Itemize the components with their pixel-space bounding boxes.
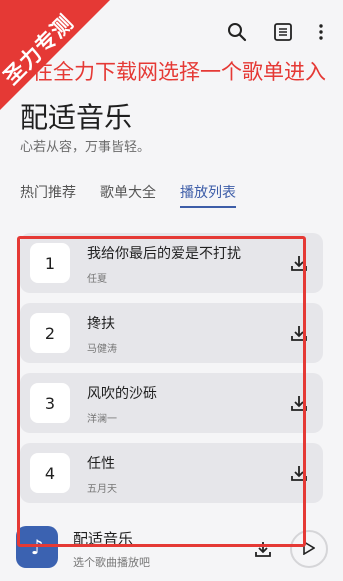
song-title: 我给你最后的爱是不打扰	[87, 246, 241, 262]
list-item[interactable]: 2 搀扶 马健涛	[20, 303, 323, 363]
track-number: 1	[30, 243, 70, 283]
list-item[interactable]: 3 风吹的沙砾 洋澜一	[20, 373, 323, 433]
music-note-icon: ♪	[30, 535, 44, 559]
play-button[interactable]	[290, 530, 328, 568]
track-number: 2	[30, 313, 70, 353]
song-artist: 任夏	[87, 274, 107, 285]
tab-bar: 热门推荐 歌单大全 播放列表	[20, 182, 260, 212]
download-icon[interactable]	[253, 539, 273, 559]
track-number: 4	[30, 453, 70, 493]
download-icon[interactable]	[289, 463, 309, 483]
download-icon[interactable]	[289, 393, 309, 413]
song-artist: 洋澜一	[87, 414, 117, 425]
play-icon	[303, 540, 316, 559]
song-artist: 马健涛	[87, 344, 117, 355]
tab-hot[interactable]: 热门推荐	[20, 182, 76, 206]
song-artist: 五月天	[87, 484, 117, 495]
mini-player[interactable]: ♪ 配适音乐 选个歌曲播放吧	[0, 518, 343, 581]
player-subtitle: 选个歌曲播放吧	[73, 556, 150, 569]
track-number: 3	[30, 383, 70, 423]
download-icon[interactable]	[289, 323, 309, 343]
song-title: 风吹的沙砾	[87, 386, 157, 402]
list-item[interactable]: 1 我给你最后的爱是不打扰 任夏	[20, 233, 323, 293]
page-subtitle: 心若从容，万事皆轻。	[20, 140, 151, 155]
list-icon[interactable]	[271, 20, 295, 44]
tab-play-list[interactable]: 播放列表	[180, 182, 236, 208]
annotation-text: 在全力下载网选择一个歌单进入	[32, 60, 326, 84]
download-icon[interactable]	[289, 253, 309, 273]
list-item[interactable]: 4 任性 五月天	[20, 443, 323, 503]
song-title: 搀扶	[87, 316, 115, 332]
album-cover: ♪	[16, 526, 58, 568]
search-icon[interactable]	[225, 20, 249, 44]
song-title: 任性	[87, 456, 115, 472]
tab-playlists[interactable]: 歌单大全	[100, 182, 156, 206]
player-title: 配适音乐	[73, 530, 134, 548]
song-list: 1 我给你最后的爱是不打扰 任夏 2 搀扶 马健涛 3 风吹的沙砾 洋澜一 4 …	[20, 233, 323, 513]
page-title: 配适音乐	[20, 101, 133, 134]
more-vert-icon[interactable]	[309, 20, 333, 44]
